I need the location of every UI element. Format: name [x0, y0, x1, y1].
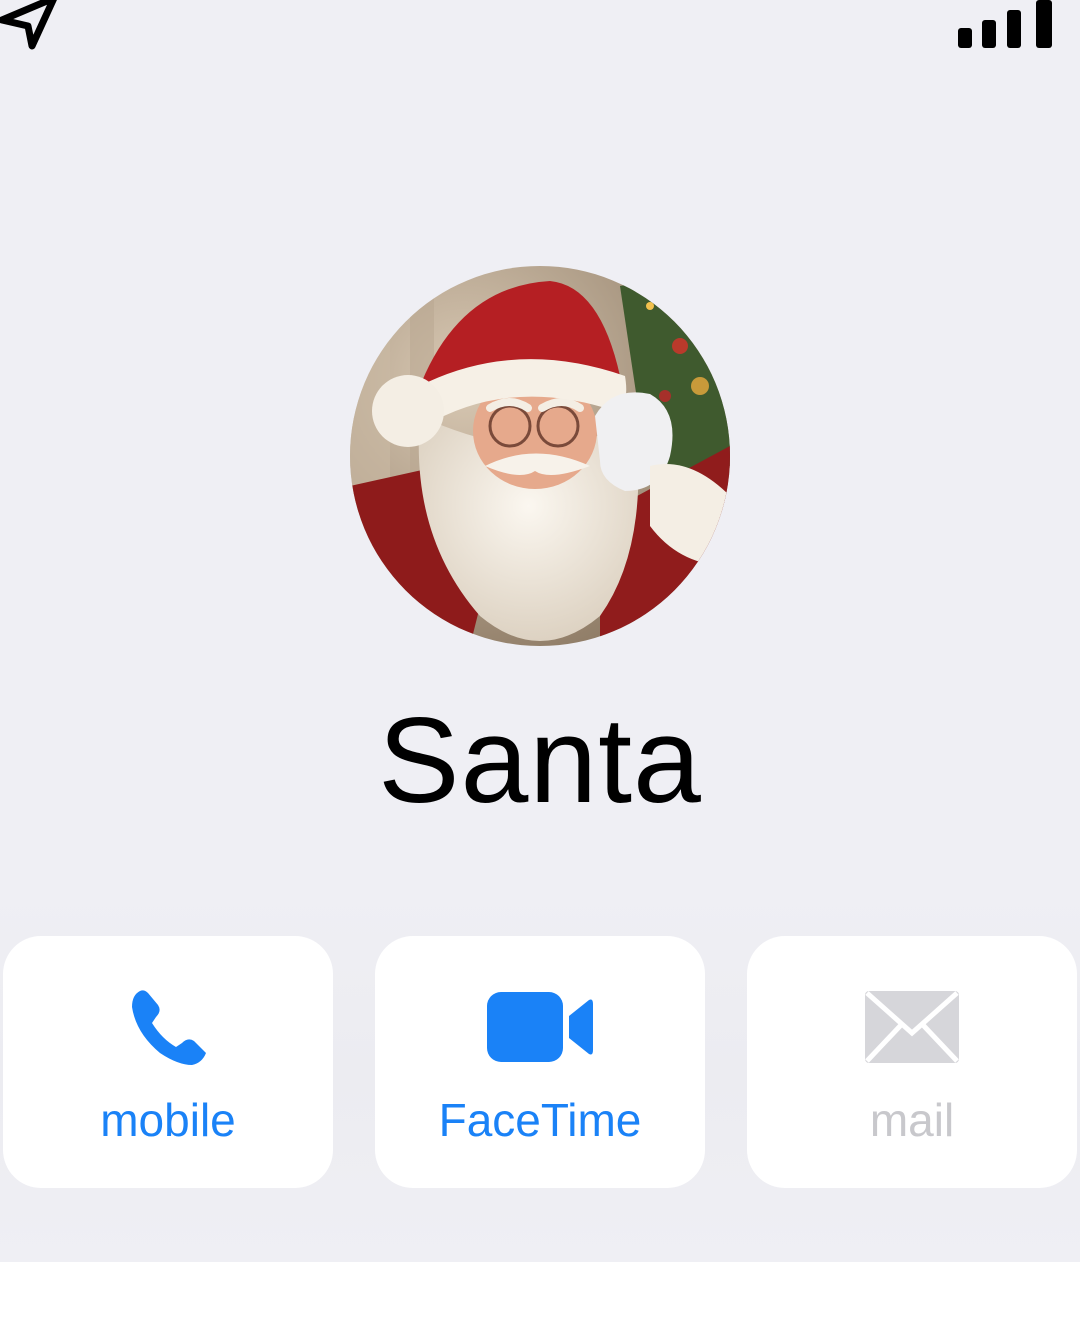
contact-name: Santa	[378, 692, 702, 828]
envelope-icon	[747, 986, 1077, 1068]
mail-label: mail	[869, 1094, 955, 1146]
phone-icon	[3, 986, 333, 1068]
contact-photo[interactable]	[350, 266, 730, 646]
santa-claus-photo	[350, 266, 730, 646]
facetime-label: FaceTime	[438, 1094, 642, 1146]
mail-button[interactable]: mail	[747, 936, 1077, 1188]
facetime-button[interactable]: FaceTime	[375, 936, 705, 1188]
mobile-label: mobile	[100, 1094, 236, 1146]
cellular-signal-icon	[956, 0, 1056, 50]
video-camera-icon	[375, 986, 705, 1068]
location-arrow-icon	[0, 0, 62, 54]
call-mobile-button[interactable]: mobile	[3, 936, 333, 1188]
status-bar	[0, 0, 1080, 60]
contact-details-section	[0, 1262, 1080, 1343]
